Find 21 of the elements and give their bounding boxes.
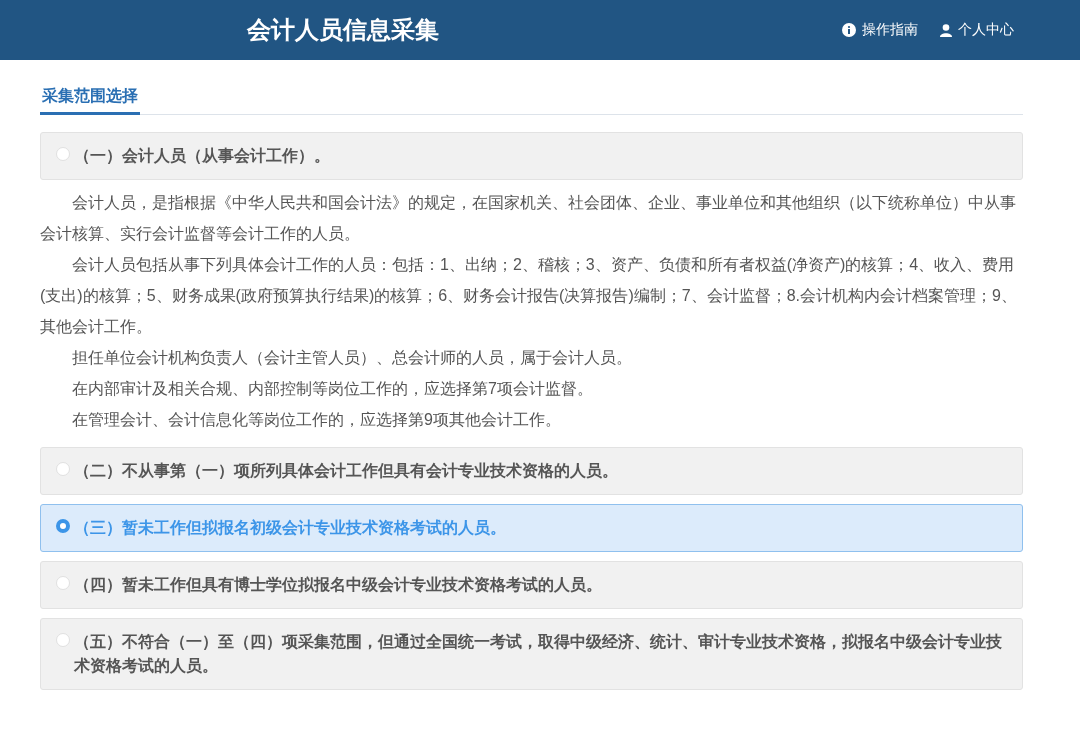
option-row[interactable]: （二）不从事第（一）项所列具体会计工作但具有会计专业技术资格的人员。 [40, 447, 1023, 495]
option-label: （三）暂未工作但拟报名初级会计专业技术资格考试的人员。 [74, 518, 506, 538]
description-paragraph: 会计人员，是指根据《中华人民共和国会计法》的规定，在国家机关、社会团体、企业、事业单位和其他组织（以下统称单位）中从事会计核算、实行会计监督等会计工作的人员。 [40, 193, 1017, 244]
radio-button[interactable] [56, 519, 70, 533]
option-label: （二）不从事第（一）项所列具体会计工作但具有会计专业技术资格的人员。 [74, 461, 618, 481]
tab[interactable]: 采集范围选择 [40, 82, 140, 115]
page-title: 会计人员信息采集 [247, 15, 440, 45]
option-label: （一）会计人员（从事会计工作）。 [74, 146, 330, 166]
guide-link[interactable]: 操作指南 [842, 21, 918, 39]
option-row[interactable]: （五）不符合（一）至（四）项采集范围，但通过全国统一考试，取得中级经济、统计、审计专业技术资格，拟报名中级会计专业技术资格考试的人员。 [40, 618, 1023, 690]
description-paragraph: 在管理会计、会计信息化等岗位工作的，应选择第9项其他会计工作。 [71, 410, 562, 430]
description-paragraph: 在内部审计及相关合规、内部控制等岗位工作的，应选择第7项会计监督。 [71, 379, 594, 399]
option-row[interactable]: （四）暂未工作但具有博士学位拟报名中级会计专业技术资格考试的人员。 [40, 561, 1023, 609]
option-label: （四）暂未工作但具有博士学位拟报名中级会计专业技术资格考试的人员。 [74, 575, 602, 595]
option-label: （五）不符合（一）至（四）项采集范围，但通过全国统一考试，取得中级经济、统计、审计专业技术资格，拟报名中级会计专业技术资格考试的人员。 [74, 632, 1003, 676]
info-icon [842, 23, 856, 37]
description-paragraph: 担任单位会计机构负责人（会计主管人员）、总会计师的人员，属于会计人员。 [71, 348, 633, 368]
profile-link[interactable]: 个人中心 [940, 21, 1014, 39]
description-paragraph: 会计人员包括从事下列具体会计工作的人员：包括：1、出纳；2、稽核；3、资产、负债和所有者权益(净资产)的核算；4、收入、费用(支出)的核算；5、财务成果(政府预算执行结果)的核算；6、财务会计报告(决算报告)编制；7、会计监督；8.会计机构内会计档案管理；9、其他会计工作。 [40, 255, 1018, 337]
option-row[interactable]: （一）会计人员（从事会计工作）。 [40, 132, 1023, 180]
user-icon [940, 23, 952, 37]
